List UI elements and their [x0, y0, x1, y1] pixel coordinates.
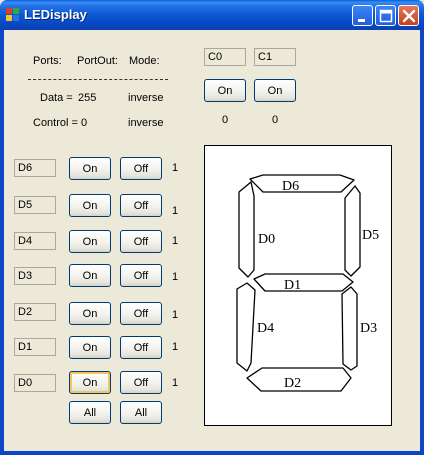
d2-off-button[interactable]: Off	[120, 302, 162, 325]
bit-name-d1: D1	[14, 338, 56, 356]
segment-label-top: D6	[282, 179, 299, 194]
d5-on-button[interactable]: On	[69, 194, 111, 217]
bit-name-d0: D0	[14, 374, 56, 392]
d6-on-button[interactable]: On	[69, 157, 111, 180]
title-bar[interactable]: LEDisplay	[0, 0, 424, 30]
bit-name-d3: D3	[14, 267, 56, 285]
segment-lower-left	[236, 282, 256, 372]
close-button[interactable]	[398, 5, 419, 26]
d3-value: 1	[172, 271, 179, 283]
close-icon	[402, 9, 416, 23]
d0-value: 1	[172, 377, 179, 389]
all-off-button[interactable]: All	[120, 401, 162, 424]
d1-off-button[interactable]: Off	[120, 336, 162, 359]
c1-value: 0	[272, 114, 279, 126]
c0-on-button[interactable]: On	[204, 79, 246, 102]
segment-label-lower-right: D3	[360, 321, 377, 336]
separator-line	[28, 79, 168, 80]
seven-segment-display: D6 D0 D5 D1 D4 D3 D2	[204, 145, 392, 426]
control-mode: inverse	[128, 117, 164, 129]
window-frame-bottom	[0, 451, 424, 455]
segment-upper-left	[238, 181, 255, 278]
d0-off-button[interactable]: Off	[120, 371, 162, 394]
minimize-icon	[358, 19, 365, 22]
data-mode: inverse	[128, 92, 164, 104]
control-bit-name-c1: C1	[254, 48, 296, 66]
control-label: Control = 0	[33, 117, 88, 129]
segment-top	[249, 174, 355, 193]
maximize-icon	[379, 9, 393, 23]
c1-on-button[interactable]: On	[254, 79, 296, 102]
d5-off-button[interactable]: Off	[120, 194, 162, 217]
d4-value: 1	[172, 235, 179, 247]
control-bit-name-c0: C0	[204, 48, 246, 66]
d4-on-button[interactable]: On	[69, 230, 111, 253]
bit-name-d5: D5	[14, 196, 56, 214]
segment-label-bottom: D2	[284, 376, 301, 391]
maximize-button[interactable]	[375, 5, 396, 26]
d6-value: 1	[172, 162, 179, 174]
bit-name-d4: D4	[14, 232, 56, 250]
d2-value: 1	[172, 309, 179, 321]
segment-label-lower-left: D4	[257, 321, 274, 336]
d1-on-button[interactable]: On	[69, 336, 111, 359]
bit-name-d2: D2	[14, 303, 56, 321]
minimize-button[interactable]	[352, 5, 373, 26]
window-frame-left	[0, 30, 4, 455]
d4-off-button[interactable]: Off	[120, 230, 162, 253]
d3-off-button[interactable]: Off	[120, 264, 162, 287]
data-value: 255	[78, 92, 97, 104]
data-label: Data =	[40, 92, 73, 104]
ports-label: Ports:	[33, 55, 62, 67]
d6-off-button[interactable]: Off	[120, 157, 162, 180]
d0-on-button[interactable]: On	[69, 371, 111, 394]
segment-label-upper-left: D0	[258, 232, 275, 247]
segment-middle	[253, 273, 354, 292]
segment-lower-right	[341, 286, 358, 371]
app-icon	[6, 8, 19, 21]
portout-label: PortOut:	[77, 55, 118, 67]
window-frame-right	[420, 30, 424, 455]
window-title: LEDisplay	[24, 7, 87, 22]
d1-value: 1	[172, 341, 179, 353]
mode-label: Mode:	[129, 55, 160, 67]
c0-value: 0	[222, 114, 229, 126]
segment-label-middle: D1	[284, 278, 301, 293]
bit-name-d6: D6	[14, 159, 56, 177]
d5-value: 1	[172, 205, 179, 217]
all-on-button[interactable]: All	[69, 401, 111, 424]
d2-on-button[interactable]: On	[69, 302, 111, 325]
segment-upper-right	[344, 185, 361, 277]
segment-label-upper-right: D5	[362, 228, 379, 243]
d3-on-button[interactable]: On	[69, 264, 111, 287]
